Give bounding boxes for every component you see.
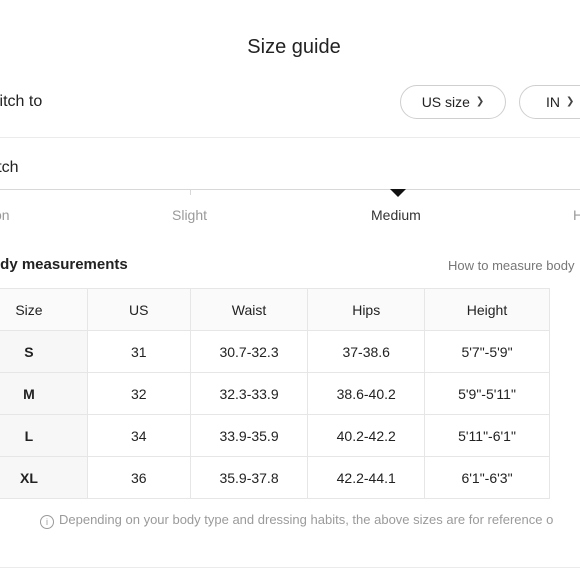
stretch-level-none: on: [0, 207, 10, 223]
waist-cell: 33.9-35.9: [189, 414, 309, 457]
us-cell: 32: [86, 372, 191, 415]
column-header-height: Height: [424, 288, 550, 331]
size-system-label: US size: [421, 94, 470, 110]
us-cell: 34: [86, 414, 191, 457]
waist-cell: 32.3-33.9: [189, 372, 309, 415]
us-cell: 36: [86, 456, 191, 499]
stretch-scale-line: [0, 189, 580, 190]
divider: [0, 567, 580, 568]
size-system-dropdown[interactable]: US size ❯: [400, 85, 506, 119]
stretch-level-slight: Slight: [172, 207, 208, 223]
table-row: L 34 33.9-35.9 40.2-42.2 5'11"-6'1": [0, 414, 550, 457]
chevron-down-icon: ❯: [475, 95, 485, 107]
column-header-us: US: [86, 288, 191, 331]
height-cell: 6'1"-6'3": [424, 456, 550, 499]
unit-label: IN: [546, 94, 560, 110]
stretch-title: retch: [0, 159, 19, 176]
table-header-row: Size US Waist Hips Height: [0, 288, 550, 331]
size-cell: M: [0, 372, 88, 415]
size-cell: L: [0, 414, 88, 457]
stretch-level-high: H: [573, 207, 580, 223]
switch-to-label: witch to: [0, 93, 43, 110]
reference-note-text: Depending on your body type and dressing…: [59, 512, 554, 527]
us-cell: 31: [86, 330, 191, 373]
height-cell: 5'7"-5'9": [424, 330, 550, 373]
column-header-size: Size: [0, 288, 88, 331]
how-to-measure-link[interactable]: How to measure body: [448, 258, 574, 273]
table-row: M 32 32.3-33.9 38.6-40.2 5'9"-5'11": [0, 372, 550, 415]
reference-note: i Depending on your body type and dressin…: [40, 512, 553, 529]
info-icon: i: [40, 515, 54, 529]
hips-cell: 37-38.6: [307, 330, 425, 373]
stretch-level-medium: Medium: [371, 207, 421, 223]
stretch-tick: [190, 189, 191, 195]
page-title: Size guide: [247, 36, 341, 58]
divider: [0, 137, 580, 138]
size-cell: XL: [0, 456, 88, 499]
triangle-down-icon: [390, 189, 406, 197]
size-table: Size US Waist Hips Height S 31 30.7-32.3…: [0, 288, 550, 499]
height-cell: 5'11"-6'1": [424, 414, 550, 457]
table-row: XL 36 35.9-37.8 42.2-44.1 6'1"-6'3": [0, 456, 550, 499]
column-header-hips: Hips: [307, 288, 425, 331]
body-measurements-title: ody measurements: [0, 256, 128, 273]
column-header-waist: Waist: [189, 288, 309, 331]
height-cell: 5'9"-5'11": [424, 372, 550, 415]
size-cell: S: [0, 330, 88, 373]
hips-cell: 40.2-42.2: [307, 414, 425, 457]
unit-dropdown[interactable]: IN ❯: [519, 85, 580, 119]
waist-cell: 30.7-32.3: [189, 330, 309, 373]
chevron-down-icon: ❯: [566, 95, 575, 107]
waist-cell: 35.9-37.8: [189, 456, 309, 499]
hips-cell: 42.2-44.1: [307, 456, 425, 499]
hips-cell: 38.6-40.2: [307, 372, 425, 415]
table-row: S 31 30.7-32.3 37-38.6 5'7"-5'9": [0, 330, 550, 373]
